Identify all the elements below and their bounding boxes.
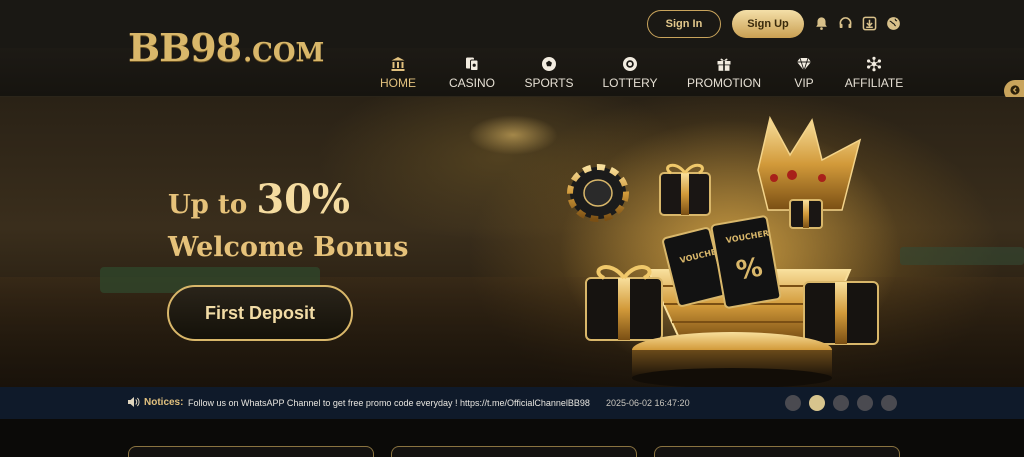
promo-headline: Up to 30% [168,180,350,225]
carousel-dot[interactable] [785,395,801,411]
gift-icon [716,56,732,74]
arrow-left-icon [1010,84,1020,98]
globe-icon[interactable] [884,14,902,32]
content-card[interactable] [128,446,374,457]
nav-label-lottery: LOTTERY [602,76,658,90]
chandelier-glow [468,115,558,155]
page: BB98.COM Sign In Sign Up HOME CASINO SPO… [0,0,1024,457]
nav-item-home[interactable]: HOME [378,56,418,90]
nav-item-sports[interactable]: SPORTS [524,56,574,90]
content-card[interactable] [391,446,637,457]
headset-icon[interactable] [836,14,854,32]
lottery-ball-icon [622,56,638,74]
sign-up-button[interactable]: Sign Up [732,10,804,38]
nav-item-casino[interactable]: CASINO [448,56,496,90]
bell-icon[interactable] [812,14,830,32]
gift-box-graphic [789,199,823,229]
download-icon[interactable] [860,14,878,32]
nav-item-affiliate[interactable]: AFFILIATE [844,56,904,90]
diamond-icon [796,56,812,74]
notice-timestamp: 2025-06-02 16:47:20 [606,398,690,408]
pedestal-graphic [632,332,832,388]
nav-label-vip: VIP [794,76,814,90]
promo-subheadline: Welcome Bonus [168,232,409,263]
content-card[interactable] [654,446,900,457]
nav-label-home: HOME [380,76,416,90]
speaker-icon [127,396,140,411]
carousel-dot[interactable] [833,395,849,411]
first-deposit-button[interactable]: First Deposit [167,285,353,341]
nav-item-vip[interactable]: VIP [790,56,818,90]
banner-artwork: VOUCHER VOUCHER % [560,115,900,388]
logo-main: BB98 [128,25,242,70]
poker-chip-graphic [567,164,629,222]
gift-box-graphic [659,163,711,216]
bank-icon [390,56,406,74]
promo-prefix: Up to [168,190,257,220]
soccer-ball-icon [541,56,557,74]
gift-box-graphic [803,281,879,345]
network-icon [866,56,882,74]
voucher-percent-symbol: % [734,252,765,286]
sign-in-button[interactable]: Sign In [647,10,721,38]
gift-box-graphic [585,265,663,341]
nav-label-casino: CASINO [448,76,495,90]
carousel-dot[interactable] [809,395,825,411]
nav-label-affiliate: AFFILIATE [844,76,904,90]
logo-domain: .COM [243,38,325,68]
promo-percent: 30% [256,176,350,223]
nav-item-lottery[interactable]: LOTTERY [602,56,658,90]
crown-graphic [757,115,862,211]
nav-label-promotion: PROMOTION [687,76,761,90]
notice-text[interactable]: Follow us on WhatsAPP Channel to get fre… [188,397,590,409]
brand-logo[interactable]: BB98.COM [128,28,324,73]
carousel-dot[interactable] [857,395,873,411]
nav-item-promotion[interactable]: PROMOTION [687,56,761,90]
pool-table [900,247,1024,265]
nav-label-sports: SPORTS [524,76,574,90]
notice-label: Notices: [144,397,184,408]
cards-icon [464,56,480,74]
carousel-dot[interactable] [881,395,897,411]
